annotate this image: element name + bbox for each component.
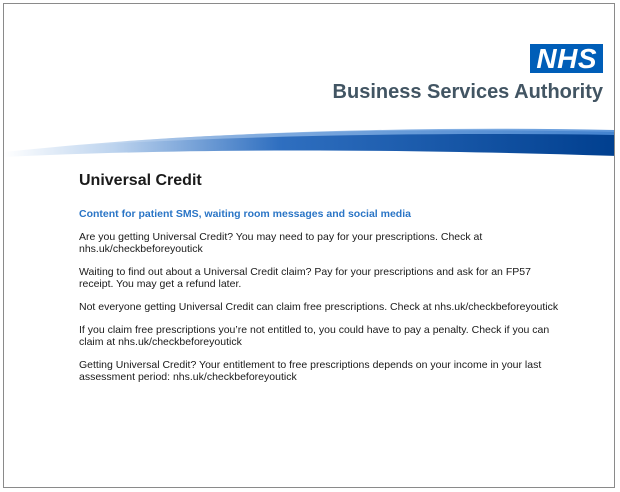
document-page: NHS Business Services Authority Universa… — [3, 3, 615, 488]
page-title: Universal Credit — [79, 172, 202, 189]
organisation-name: Business Services Authority — [332, 81, 603, 103]
message-paragraph: If you claim free prescriptions you’re n… — [79, 324, 550, 348]
message-paragraph: Getting Universal Credit? Your entitleme… — [79, 359, 542, 383]
header-banner-swoosh — [4, 128, 614, 157]
message-paragraph: Not everyone getting Universal Credit ca… — [79, 301, 559, 313]
nhs-logo: NHS — [530, 44, 603, 73]
section-subheading: Content for patient SMS, waiting room me… — [79, 208, 411, 220]
message-paragraph: Waiting to find out about a Universal Cr… — [79, 266, 531, 290]
message-paragraph: Are you getting Universal Credit? You ma… — [79, 231, 483, 255]
content-area: Universal Credit Content for patient SMS… — [79, 172, 559, 394]
